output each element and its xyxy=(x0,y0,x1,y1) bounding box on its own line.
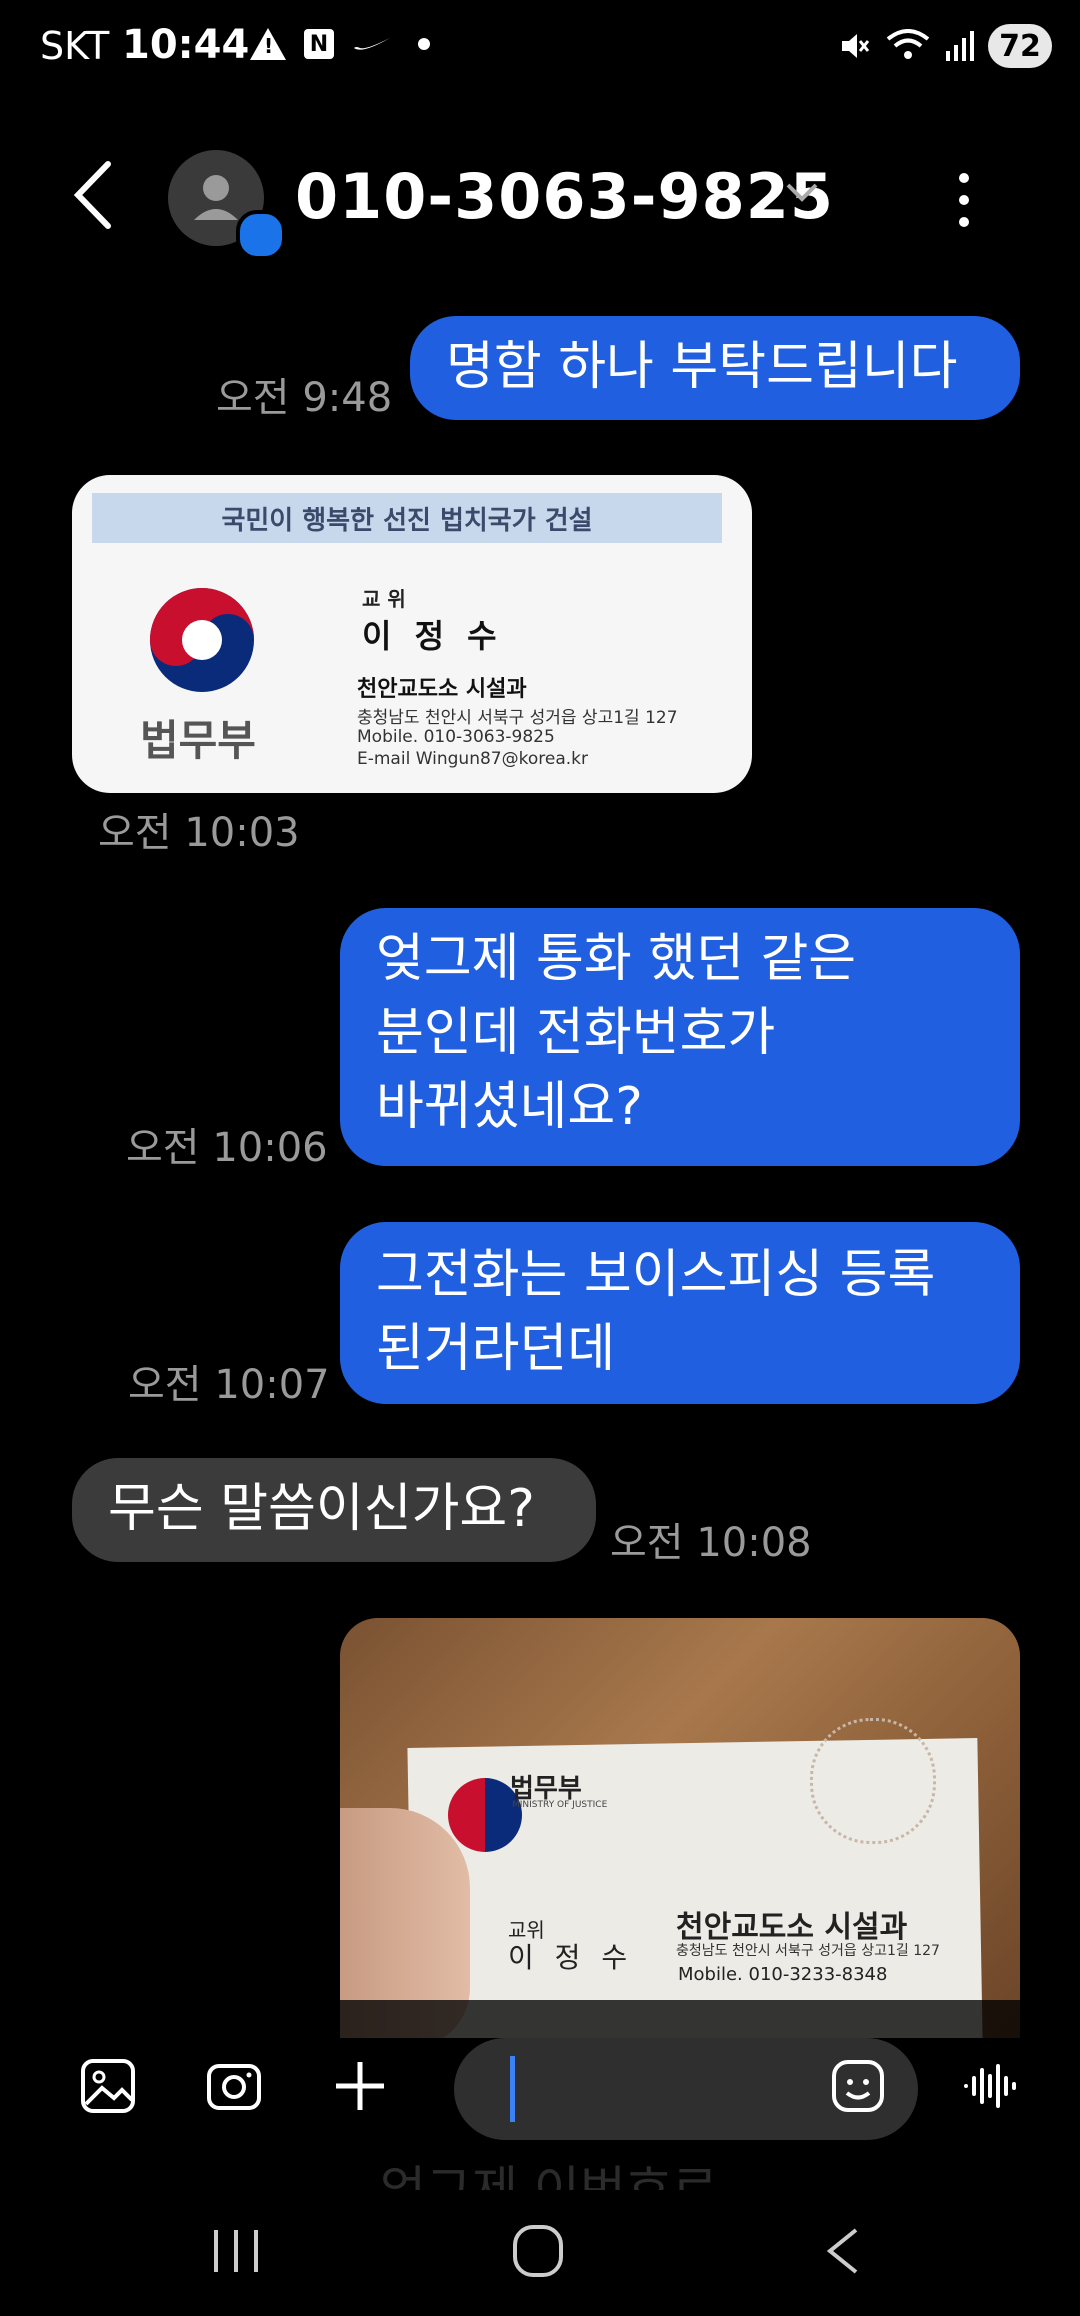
photo-address: 충청남도 천안시 서북구 성거읍 상고1길 127 xyxy=(676,1943,940,1959)
warning-icon: ! xyxy=(250,28,286,60)
wifi-icon xyxy=(886,29,930,59)
more-notifications-icon xyxy=(418,38,430,50)
card-name: 이 정 수 xyxy=(362,617,503,655)
moj-logo-icon xyxy=(150,588,254,692)
card-rank: 교 위 xyxy=(362,587,406,611)
chat-badge-icon xyxy=(236,210,286,260)
message-line: 분인데 전화번호가 xyxy=(376,1003,776,1063)
recent-apps-button[interactable] xyxy=(210,2226,262,2276)
carrier-label: SKT xyxy=(40,24,110,68)
card-mobile: Mobile. 010-3063-9825 xyxy=(357,727,555,747)
message-bubble-incoming[interactable]: 무슨 말씀이신가요? xyxy=(72,1458,596,1562)
message-time: 오전 10:06 xyxy=(126,1125,328,1171)
add-attachment-button[interactable] xyxy=(332,2058,388,2114)
card-address: 충청남도 천안시 서북구 성거읍 상고1길 127 xyxy=(357,708,678,728)
business-card-image[interactable]: 국민이 행복한 선진 법치국가 건설 법무부 교 위 이 정 수 천안교도소 시… xyxy=(72,475,752,793)
chevron-down-icon[interactable] xyxy=(785,182,819,202)
message-text: 명함 하나 부탁드립니다 xyxy=(446,337,958,397)
contact-number[interactable]: 010-3063-9825 xyxy=(295,160,834,233)
message-bubble-outgoing[interactable]: 명함 하나 부탁드립니다 xyxy=(410,316,1020,420)
home-button[interactable] xyxy=(512,2224,564,2278)
card-department: 천안교도소 시설과 xyxy=(357,677,527,702)
card-email: E-mail Wingun87@korea.kr xyxy=(357,749,588,769)
mute-icon xyxy=(842,34,870,58)
org-label: 법무부 xyxy=(140,716,256,765)
photo-name: 이 정 수 xyxy=(508,1941,634,1974)
photo-org-en: MINISTRY OF JUSTICE xyxy=(512,1800,608,1810)
signal-icon xyxy=(946,31,974,61)
navigation-bar xyxy=(0,2190,1080,2316)
voice-input-button[interactable] xyxy=(962,2058,1018,2114)
message-bubble-outgoing[interactable]: 엊그제 통화 했던 같은 분인데 전화번호가 바뀌셨네요? xyxy=(340,908,1020,1166)
system-icons: 72 xyxy=(838,24,1052,68)
photo-mobile: Mobile. 010-3233-8348 xyxy=(678,1964,888,1985)
back-nav-button[interactable] xyxy=(822,2226,862,2276)
message-line: 바뀌셨네요? xyxy=(376,1077,643,1137)
clock: 10:44 xyxy=(122,22,250,68)
card-banner: 국민이 행복한 선진 법치국가 건설 xyxy=(92,493,722,543)
more-options-button[interactable] xyxy=(950,170,978,230)
business-card-photo[interactable]: 법무부 MINISTRY OF JUSTICE 교위 이 정 수 천안교도소 시… xyxy=(340,1618,1020,2038)
message-time: 오전 9:48 xyxy=(216,375,393,421)
message-time: 오전 10:07 xyxy=(128,1362,330,1408)
message-time: 오전 10:08 xyxy=(610,1520,812,1566)
nike-icon xyxy=(354,38,390,50)
message-line: 된거라던데 xyxy=(376,1319,616,1379)
camera-button[interactable] xyxy=(206,2058,262,2114)
battery-indicator: 72 xyxy=(988,24,1052,68)
text-cursor xyxy=(510,2056,515,2122)
naver-icon: N xyxy=(304,29,334,59)
message-time: 오전 10:03 xyxy=(98,810,300,856)
emblem-icon xyxy=(810,1718,936,1844)
message-text: 무슨 말씀이신가요? xyxy=(108,1479,535,1539)
message-bubble-outgoing[interactable]: 그전화는 보이스피싱 등록 된거라던데 xyxy=(340,1222,1020,1404)
status-bar: SKT 10:44 ! N 72 xyxy=(0,0,1080,100)
emoji-sticker-button[interactable] xyxy=(830,2058,886,2114)
back-button[interactable] xyxy=(70,160,114,230)
notification-icons: ! N xyxy=(250,28,430,60)
message-line: 엊그제 통화 했던 같은 xyxy=(376,929,857,989)
message-line: 그전화는 보이스피싱 등록 xyxy=(376,1245,936,1305)
gallery-button[interactable] xyxy=(80,2058,136,2114)
